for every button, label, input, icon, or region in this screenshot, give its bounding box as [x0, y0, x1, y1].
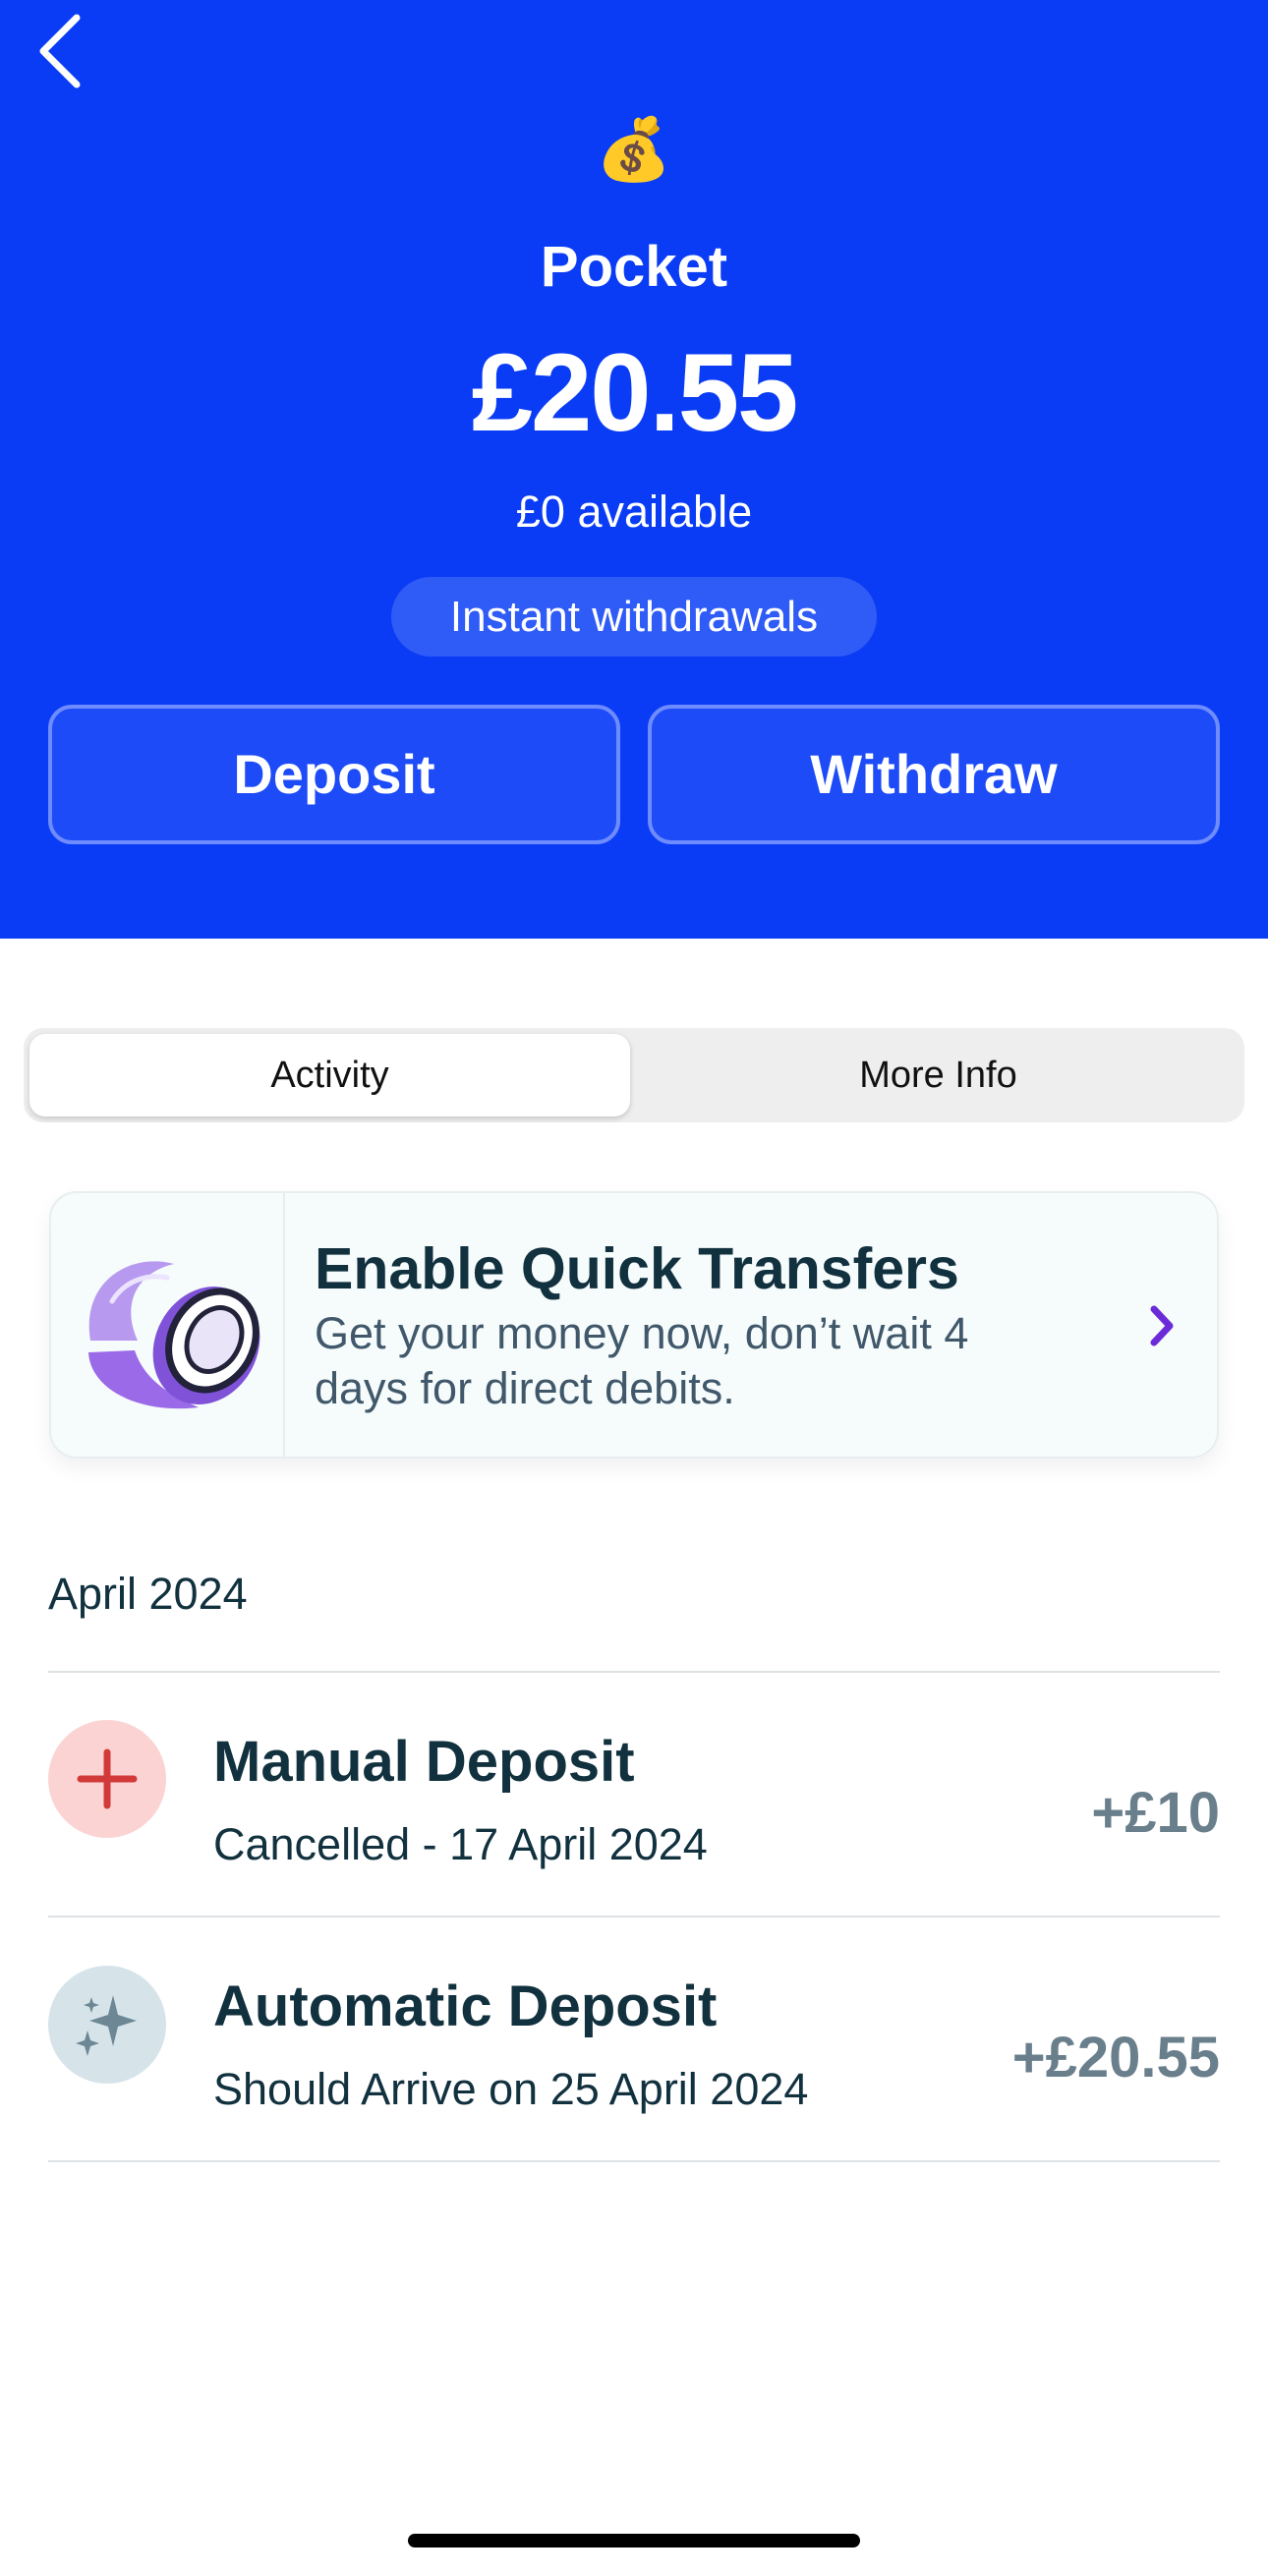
- pocket-balance: £20.55: [471, 331, 799, 454]
- transaction-row[interactable]: Automatic Deposit Should Arrive on 25 Ap…: [48, 1918, 1220, 2159]
- coin-icon: [88, 1261, 260, 1409]
- transaction-subtitle: Cancelled - 17 April 2024: [213, 1819, 708, 1869]
- promo-description: Get your money now, don’t wait 4 days fo…: [315, 1308, 969, 1413]
- tab-more-info[interactable]: More Info: [638, 1034, 1239, 1116]
- month-heading: April 2024: [48, 1569, 248, 1619]
- sparkle-icon: [48, 1966, 166, 2084]
- available-amount: £0 available: [515, 487, 753, 537]
- home-indicator[interactable]: [408, 2534, 860, 2547]
- tab-activity[interactable]: Activity: [29, 1034, 630, 1116]
- deposit-button[interactable]: Deposit: [48, 705, 620, 844]
- transaction-title: Manual Deposit: [213, 1730, 635, 1794]
- promo-art: [51, 1193, 285, 1457]
- transaction-title: Automatic Deposit: [213, 1975, 718, 2038]
- withdraw-button[interactable]: Withdraw: [648, 705, 1220, 844]
- transaction-amount: +£20.55: [1011, 2026, 1220, 2089]
- segmented-control: Activity More Info: [24, 1028, 1244, 1122]
- transaction-subtitle: Should Arrive on 25 April 2024: [213, 2064, 809, 2114]
- money-bag-icon: 💰: [596, 113, 672, 185]
- promo-title: Enable Quick Transfers: [315, 1236, 959, 1301]
- transaction-row[interactable]: Manual Deposit Cancelled - 17 April 2024…: [48, 1673, 1220, 1915]
- back-button[interactable]: [29, 10, 98, 88]
- transaction-amount: +£10: [1091, 1781, 1220, 1845]
- divider: [48, 2160, 1220, 2162]
- chevron-left-icon: [39, 14, 81, 88]
- chevron-right-icon: [1150, 1305, 1174, 1346]
- pocket-header: 💰 Pocket £20.55 £0 available Instant wit…: [0, 0, 1268, 939]
- quick-transfers-banner[interactable]: Enable Quick Transfers Get your money no…: [49, 1191, 1219, 1459]
- pocket-title: Pocket: [540, 235, 728, 299]
- plus-icon: [48, 1720, 166, 1838]
- instant-withdrawals-badge: Instant withdrawals: [391, 577, 877, 657]
